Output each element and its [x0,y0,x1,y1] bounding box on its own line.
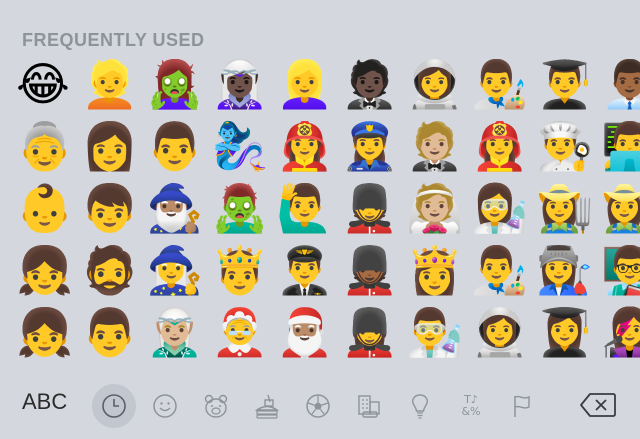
delete-button[interactable] [575,387,621,423]
emoji-key[interactable]: 👩‍🚒 [276,119,333,173]
sports-ball-icon [306,394,330,418]
emoji-key[interactable]: 👩‍🚀 [406,57,463,111]
recent-clock-icon [102,394,126,418]
emoji-key[interactable]: 🎅🏽 [276,305,333,359]
category-objects[interactable] [398,384,442,428]
emoji-key[interactable]: 👨‍🎨 [471,57,528,111]
emoji-key[interactable]: 🤵🏼 [406,119,463,173]
category-smileys[interactable] [143,384,187,428]
emoji-key[interactable]: 👨 [81,305,138,359]
smiley-icon [153,394,177,418]
emoji-key[interactable]: 👩‍🎓 [536,305,593,359]
emoji-key[interactable]: 👶 [16,181,73,235]
emoji-key[interactable]: 👨‍🎨 [471,243,528,297]
emoji-key[interactable]: 😂 [16,57,70,111]
category-symbols[interactable]: T♪ &% [449,384,493,428]
emoji-key[interactable]: 👱‍♀️ [276,57,333,111]
category-travel[interactable] [347,384,391,428]
emoji-key[interactable]: 💂‍♀️ [341,305,398,359]
emoji-key[interactable]: 👨‍🔬 [406,305,463,359]
emoji-key[interactable]: 👩‍🔬 [471,181,528,235]
emoji-key[interactable]: 🧝🏿‍♀️ [211,57,268,111]
emoji-key[interactable]: 🧙‍♀️ [146,243,203,297]
emoji-key[interactable]: 👮‍♀️ [341,119,398,173]
backspace-icon [580,393,616,417]
emoji-key[interactable]: 👸 [406,243,463,297]
emoji-key[interactable]: 🧙🏽‍♂️ [146,181,203,235]
emoji-key[interactable]: 🙋‍♂️ [276,181,333,235]
emoji-key[interactable]: 🤶 [211,305,268,359]
emoji-key[interactable]: 💂🏾 [341,243,398,297]
emoji-key[interactable]: 👩 [81,119,138,173]
emoji-key[interactable]: 👨‍🏫 [601,243,640,297]
emoji-grid: 😂 👱 🧟‍♀️ 🧝🏿‍♀️ 👱‍♀️ 🤵🏿 👩‍🚀 👨‍🎨 👨‍🎓 👨🏾‍💼 👵 👩 👨 🧞‍♀️ 👩‍🚒… [0,55,640,365]
category-flags[interactable] [500,384,544,428]
emoji-key[interactable]: 🧟‍♂️ [211,181,268,235]
emoji-key[interactable]: 👩‍🌾 [536,181,593,235]
category-activity[interactable] [296,384,340,428]
section-title: FREQUENTLY USED [22,30,205,50]
category-food[interactable] [245,384,289,428]
emoji-key[interactable]: 👵 [16,119,73,173]
emoji-key[interactable]: 👱 [81,57,138,111]
emoji-key[interactable]: 👨‍💻 [601,119,640,173]
emoji-key[interactable]: 🤴 [211,243,268,297]
symbols-icon: T♪ &% [461,394,480,418]
emoji-keyboard: FREQUENTLY USED 😂 👱 🧟‍♀️ 🧝🏿‍♀️ 👱‍♀️ 🤵🏿 👩‍🚀 👨‍🎨 👨… [0,0,640,439]
emoji-key[interactable]: 👨🏾‍💼 [601,57,640,111]
emoji-key[interactable]: 👦 [81,181,138,235]
animal-bear-icon [204,394,228,418]
emoji-key[interactable]: 👰🏼 [406,181,463,235]
travel-building-icon [358,395,380,418]
emoji-key[interactable]: 👩‍🌾 [601,181,640,235]
flag-icon [514,395,530,417]
emoji-key[interactable]: 👩‍🚀 [471,305,528,359]
category-recent[interactable] [92,384,136,428]
emoji-key[interactable]: 👧 [16,305,73,359]
emoji-key[interactable]: 👨‍🎓 [536,57,593,111]
emoji-key[interactable]: 🧝🏼‍♂️ [146,305,203,359]
emoji-key[interactable]: 👩‍🚒 [471,119,528,173]
emoji-key[interactable]: 👨‍✈️ [276,243,333,297]
emoji-key[interactable]: 💂 [341,181,398,235]
symbols-icon-bottom: &% [461,405,481,418]
category-animals[interactable] [194,384,238,428]
emoji-key[interactable]: 🤵🏿 [341,57,398,111]
emoji-key[interactable]: 👨 [146,119,203,173]
emoji-key[interactable]: 🧟‍♀️ [146,57,203,111]
emoji-key[interactable]: 🧔 [81,243,138,297]
objects-lightbulb-icon [412,394,428,419]
emoji-key[interactable]: 👧 [16,243,73,297]
emoji-key[interactable]: 👩‍🏭 [536,243,593,297]
emoji-key[interactable]: 👩‍🎤 [601,305,640,359]
abc-button[interactable]: ABC [22,389,67,415]
emoji-key[interactable]: 👨‍🍳 [536,119,593,173]
category-bar: ABC T♪ &% [0,375,640,439]
food-burger-icon [254,394,280,419]
emoji-key[interactable]: 🧞‍♀️ [211,119,268,173]
